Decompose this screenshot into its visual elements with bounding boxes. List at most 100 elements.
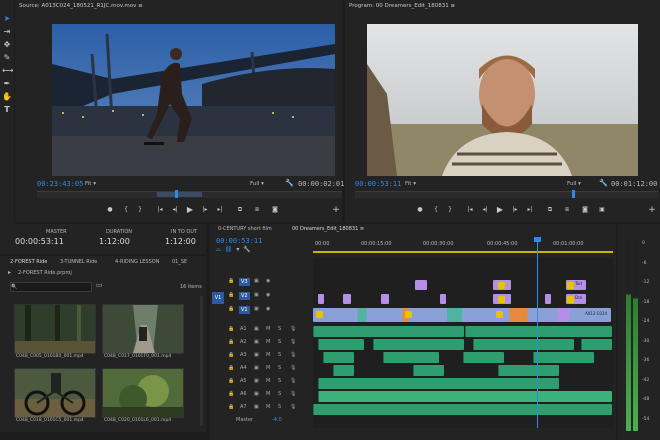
clip-a4-2[interactable] xyxy=(413,365,444,376)
mic-icon[interactable]: 🎙 xyxy=(290,391,296,397)
program-go-to-out-button[interactable]: ▸| xyxy=(525,206,535,213)
source-play-button[interactable]: ▶ xyxy=(185,205,195,214)
mic-icon[interactable]: 🎙 xyxy=(290,339,296,345)
eye-icon[interactable]: ◉ xyxy=(266,278,270,284)
type-tool-icon[interactable]: T xyxy=(2,105,12,115)
program-extract-button[interactable]: ⧈ xyxy=(562,206,572,214)
solo-button[interactable]: S xyxy=(278,365,281,371)
lock-icon[interactable]: 🔒 xyxy=(228,292,234,298)
program-add-button[interactable]: + xyxy=(647,205,657,215)
source-timecode[interactable]: 00:23:43:05 xyxy=(37,180,83,188)
thumb-0[interactable] xyxy=(14,304,96,354)
source-overwrite-button[interactable]: ⧈ xyxy=(252,206,262,214)
program-mark-out-button[interactable]: } xyxy=(445,206,455,213)
track-a1[interactable]: 🔒 A1 ▣ M S 🎙 xyxy=(210,326,308,338)
source-go-to-in-button[interactable]: |◂ xyxy=(155,206,165,213)
program-marker-button[interactable]: ● xyxy=(415,206,425,213)
source-export-frame-icon[interactable]: ◙ xyxy=(270,206,280,213)
program-play-button[interactable]: ▶ xyxy=(495,205,505,214)
sync-icon[interactable]: ▣ xyxy=(254,278,259,284)
clip-v1-strip[interactable]: A013 C024 xyxy=(313,308,611,322)
lock-icon[interactable]: 🔒 xyxy=(228,326,234,332)
clip-a2-3[interactable] xyxy=(473,339,574,350)
clip-a2-4[interactable] xyxy=(581,339,612,350)
sync-icon[interactable]: ▣ xyxy=(254,306,259,312)
sync-icon[interactable]: ▣ xyxy=(254,404,259,410)
program-playhead[interactable] xyxy=(572,190,575,198)
eye-icon[interactable]: ◉ xyxy=(266,306,270,312)
pen-tool-icon[interactable]: ✒ xyxy=(2,79,12,89)
clip-a4-3[interactable] xyxy=(498,365,559,376)
source-mark-out-button[interactable]: } xyxy=(135,206,145,213)
program-lift-button[interactable]: ⧉ xyxy=(545,206,555,214)
source-quality-dropdown[interactable]: Full ▾ xyxy=(250,181,264,187)
lock-icon[interactable]: 🔒 xyxy=(228,404,234,410)
project-tab-3[interactable]: 01_SE xyxy=(172,259,187,265)
clip-a3-1[interactable] xyxy=(323,352,354,363)
ripple-edit-tool-icon[interactable]: ✥ xyxy=(2,40,12,50)
sync-icon[interactable]: ▣ xyxy=(254,378,259,384)
track-v1[interactable]: 🔒 V1 ▣ ◉ xyxy=(210,306,308,318)
timeline-ruler[interactable]: 00:00 00:00:15:00 00:00:30:00 00:00:45:0… xyxy=(313,238,613,254)
lock-icon[interactable]: 🔒 xyxy=(228,365,234,371)
slip-tool-icon[interactable]: ⟷ xyxy=(2,66,13,76)
solo-button[interactable]: S xyxy=(278,391,281,397)
source-monitor-title[interactable]: Source: A013C024_180521_R1JC.mov.mov ≡ xyxy=(15,0,143,12)
timeline-tab-1[interactable]: 00 Dreamers_Edit_180831 ≡ xyxy=(292,226,364,232)
track-area[interactable]: Tod Dre A013 C024 xyxy=(313,237,613,428)
mic-icon[interactable]: 🎙 xyxy=(290,378,296,384)
program-step-back-button[interactable]: ◂| xyxy=(480,206,490,213)
track-v3[interactable]: 🔒 V3 ▣ ◉ xyxy=(210,278,308,290)
mute-button[interactable]: M xyxy=(266,404,270,410)
timeline-playhead[interactable] xyxy=(537,240,538,428)
track-a2[interactable]: 🔒 A2 ▣ M S 🎙 xyxy=(210,339,308,351)
mute-button[interactable]: M xyxy=(266,352,270,358)
source-go-to-out-button[interactable]: ▸| xyxy=(215,206,225,213)
track-master[interactable]: Master -4.0 xyxy=(210,417,308,429)
program-fit-dropdown[interactable]: Fit ▾ xyxy=(405,181,416,187)
clip-a3-2[interactable] xyxy=(383,352,439,363)
source-playhead[interactable] xyxy=(175,190,178,198)
clip-a7-1[interactable] xyxy=(313,404,612,415)
track-a6-label[interactable]: A6 xyxy=(240,391,247,397)
source-settings-icon[interactable]: 🔧 xyxy=(285,179,294,187)
source-fit-dropdown[interactable]: Fit ▾ xyxy=(85,181,96,187)
program-scrub-bar[interactable] xyxy=(355,190,658,198)
source-marker-button[interactable]: ● xyxy=(105,206,115,213)
clip-a5-1[interactable] xyxy=(318,378,559,389)
sync-icon[interactable]: ▣ xyxy=(254,339,259,345)
clip-a1-1[interactable] xyxy=(313,326,464,337)
track-a7[interactable]: 🔒 A7 ▣ M S 🎙 xyxy=(210,404,308,416)
clip-a6-1[interactable] xyxy=(318,391,612,402)
program-mark-in-button[interactable]: { xyxy=(431,206,441,213)
thumb-1[interactable] xyxy=(102,304,184,354)
program-export-frame-icon[interactable]: ◙ xyxy=(580,206,590,213)
thumb-2[interactable] xyxy=(14,368,96,418)
track-a5[interactable]: 🔒 A5 ▣ M S 🎙 xyxy=(210,378,308,390)
source-scrub-bar[interactable] xyxy=(37,190,342,198)
lock-icon[interactable]: 🔒 xyxy=(228,339,234,345)
track-v2[interactable]: 🔒 V2 ▣ ◉ xyxy=(210,292,308,304)
sync-icon[interactable]: ▣ xyxy=(254,326,259,332)
project-tab-1[interactable]: 3-TUNNEL Ride xyxy=(60,259,97,265)
clip-v2-4[interactable] xyxy=(440,294,446,304)
solo-button[interactable]: S xyxy=(278,326,281,332)
mic-icon[interactable]: 🎙 xyxy=(290,352,296,358)
project-tab-2[interactable]: 4-RIDING LESSON xyxy=(115,259,159,265)
solo-button[interactable]: S xyxy=(278,378,281,384)
source-step-back-button[interactable]: ◂| xyxy=(170,206,180,213)
track-a4-label[interactable]: A4 xyxy=(240,365,247,371)
clip-v2-3[interactable] xyxy=(381,294,389,304)
lock-icon[interactable]: 🔒 xyxy=(228,306,234,312)
track-a7-label[interactable]: A7 xyxy=(240,404,247,410)
track-v3-label[interactable]: V3 xyxy=(239,278,250,286)
clip-a1-2[interactable] xyxy=(465,326,612,337)
mic-icon[interactable]: 🎙 xyxy=(290,365,296,371)
track-a6[interactable]: 🔒 A6 ▣ M S 🎙 xyxy=(210,391,308,403)
new-bin-icon[interactable]: ▭ xyxy=(96,281,103,289)
lock-icon[interactable]: 🔒 xyxy=(228,352,234,358)
track-a4[interactable]: 🔒 A4 ▣ M S 🎙 xyxy=(210,365,308,377)
program-settings-icon[interactable]: 🔧 xyxy=(599,179,608,187)
mute-button[interactable]: M xyxy=(266,365,270,371)
track-a5-label[interactable]: A5 xyxy=(240,378,247,384)
